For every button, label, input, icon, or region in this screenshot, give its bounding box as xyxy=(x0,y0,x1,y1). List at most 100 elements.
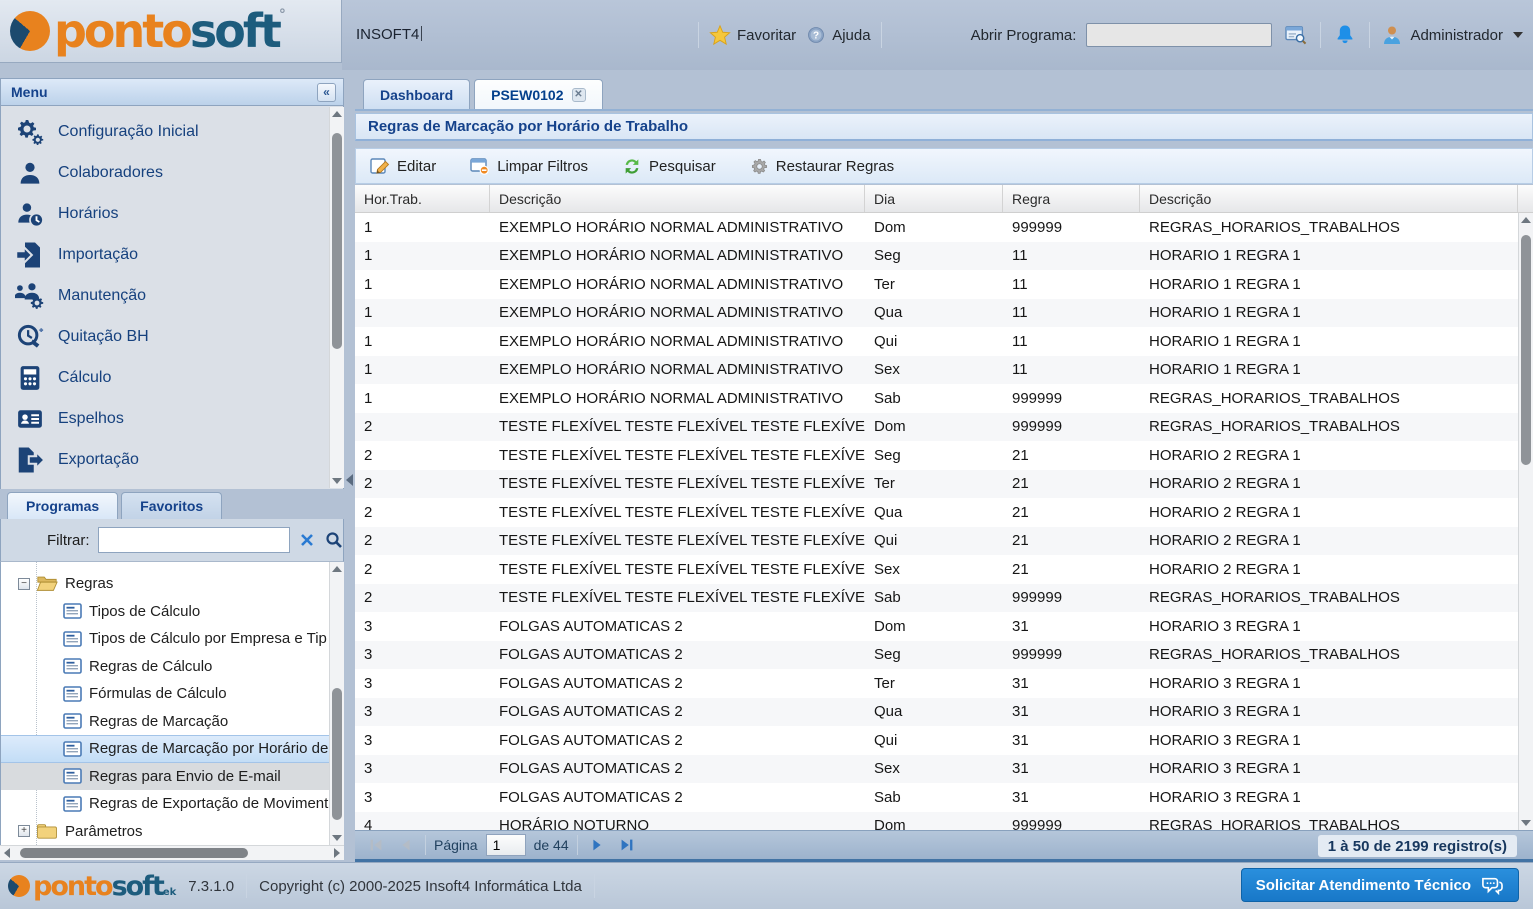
tree-vertical-scrollbar[interactable] xyxy=(329,562,344,845)
favorite-button[interactable]: Favoritar xyxy=(709,24,796,46)
menu-scrollbar[interactable] xyxy=(329,107,344,488)
table-row[interactable]: 3FOLGAS AUTOMATICAS 2Ter31HORARIO 3 REGR… xyxy=(355,669,1533,698)
user-menu[interactable]: Administrador xyxy=(1380,23,1523,47)
column-header-dia[interactable]: Dia xyxy=(865,185,1003,212)
first-page-button[interactable] xyxy=(365,834,387,856)
table-row[interactable]: 2TESTE FLEXÍVEL TESTE FLEXÍVEL TESTE FLE… xyxy=(355,498,1533,527)
expand-node-icon[interactable]: + xyxy=(18,825,30,837)
table-row[interactable]: 2TESTE FLEXÍVEL TESTE FLEXÍVEL TESTE FLE… xyxy=(355,470,1533,499)
header-separator xyxy=(1369,22,1370,48)
scroll-up-arrow[interactable] xyxy=(1521,217,1531,223)
column-header-descricao-regra[interactable]: Descrição xyxy=(1140,185,1518,212)
clear-filters-button[interactable]: Limpar Filtros xyxy=(466,154,592,178)
table-row[interactable]: 2TESTE FLEXÍVEL TESTE FLEXÍVEL TESTE FLE… xyxy=(355,584,1533,613)
search-button[interactable]: Pesquisar xyxy=(618,154,720,179)
sidebar-item-configuracao-inicial[interactable]: Configuração Inicial xyxy=(1,111,343,152)
program-icon xyxy=(63,713,82,729)
scroll-up-arrow[interactable] xyxy=(332,566,342,572)
tree-item-tipos-de-calculo-por-empresa[interactable]: Tipos de Cálculo por Empresa e Tip xyxy=(1,625,343,653)
open-program-input[interactable] xyxy=(1086,23,1272,47)
filter-search-button[interactable] xyxy=(324,528,343,552)
sidebar-item-importacao[interactable]: Importação xyxy=(1,234,343,275)
table-cell: EXEMPLO HORÁRIO NORMAL ADMINISTRATIVO xyxy=(490,213,865,242)
sidebar-splitter[interactable] xyxy=(344,70,355,862)
scroll-right-arrow[interactable] xyxy=(334,848,340,858)
next-page-button[interactable] xyxy=(586,834,608,856)
id-card-icon xyxy=(15,404,45,434)
table-cell: Sab xyxy=(865,783,1003,812)
tree-item-regras-de-marcacao-por-horario[interactable]: Regras de Marcação por Horário de xyxy=(1,735,343,763)
sidebar-item-colaboradores[interactable]: Colaboradores xyxy=(1,152,343,193)
table-row[interactable]: 1EXEMPLO HORÁRIO NORMAL ADMINISTRATIVODo… xyxy=(355,213,1533,242)
table-cell: REGRAS_HORARIOS_TRABALHOS xyxy=(1140,413,1518,442)
tab-dashboard[interactable]: Dashboard xyxy=(363,79,470,109)
sidebar-item-horarios[interactable]: Horários xyxy=(1,193,343,234)
column-header-regra[interactable]: Regra xyxy=(1003,185,1140,212)
table-row[interactable]: 3FOLGAS AUTOMATICAS 2Qui31HORARIO 3 REGR… xyxy=(355,726,1533,755)
tree-horizontal-scrollbar[interactable] xyxy=(0,845,344,860)
prev-page-button[interactable] xyxy=(395,834,417,856)
table-row[interactable]: 1EXEMPLO HORÁRIO NORMAL ADMINISTRATIVOQu… xyxy=(355,299,1533,328)
sidebar-item-espelhos[interactable]: Espelhos xyxy=(1,398,343,439)
column-header-hortrab[interactable]: Hor.Trab. xyxy=(355,185,490,212)
tab-psew0102[interactable]: PSEW0102 ✕ xyxy=(474,79,602,109)
scrollbar-thumb[interactable] xyxy=(1521,235,1531,465)
tab-programas[interactable]: Programas xyxy=(7,492,118,519)
scrollbar-thumb[interactable] xyxy=(332,688,342,820)
menu-collapse-button[interactable]: « xyxy=(317,83,336,102)
scroll-up-arrow[interactable] xyxy=(332,111,342,117)
sidebar-item-calculo[interactable]: Cálculo xyxy=(1,357,343,398)
filter-input[interactable] xyxy=(98,527,290,553)
first-page-icon xyxy=(367,836,385,854)
scroll-left-arrow[interactable] xyxy=(4,848,10,858)
sidebar-item-manutencao[interactable]: Manutenção xyxy=(1,275,343,316)
open-program-search-button[interactable] xyxy=(1282,22,1310,48)
scrollbar-thumb[interactable] xyxy=(332,133,342,349)
table-row[interactable]: 2TESTE FLEXÍVEL TESTE FLEXÍVEL TESTE FLE… xyxy=(355,555,1533,584)
table-row[interactable]: 3FOLGAS AUTOMATICAS 2Qua31HORARIO 3 REGR… xyxy=(355,698,1533,727)
tree-item-regras-de-marcacao[interactable]: Regras de Marcação xyxy=(1,708,343,736)
table-row[interactable]: 4HORÁRIO NOTURNODom999999REGRAS_HORARIOS… xyxy=(355,812,1533,831)
table-row[interactable]: 1EXEMPLO HORÁRIO NORMAL ADMINISTRATIVOSa… xyxy=(355,384,1533,413)
table-row[interactable]: 1EXEMPLO HORÁRIO NORMAL ADMINISTRATIVOQu… xyxy=(355,327,1533,356)
tree-node-parametros[interactable]: + Parâmetros xyxy=(1,818,343,846)
grid-vertical-scrollbar[interactable] xyxy=(1518,213,1533,830)
scroll-down-arrow[interactable] xyxy=(332,835,342,841)
table-row[interactable]: 2TESTE FLEXÍVEL TESTE FLEXÍVEL TESTE FLE… xyxy=(355,441,1533,470)
table-row[interactable]: 3FOLGAS AUTOMATICAS 2Dom31HORARIO 3 REGR… xyxy=(355,612,1533,641)
tree-item-tipos-de-calculo[interactable]: Tipos de Cálculo xyxy=(1,598,343,626)
splitter-collapse-icon[interactable] xyxy=(346,474,353,486)
table-row[interactable]: 1EXEMPLO HORÁRIO NORMAL ADMINISTRATIVOSe… xyxy=(355,356,1533,385)
scrollbar-thumb[interactable] xyxy=(20,848,248,858)
scroll-down-arrow[interactable] xyxy=(1521,820,1531,826)
collapse-node-icon[interactable]: − xyxy=(18,578,30,590)
filter-clear-button[interactable] xyxy=(298,528,317,552)
table-row[interactable]: 3FOLGAS AUTOMATICAS 2Sab31HORARIO 3 REGR… xyxy=(355,783,1533,812)
table-row[interactable]: 1EXEMPLO HORÁRIO NORMAL ADMINISTRATIVOSe… xyxy=(355,242,1533,271)
tab-favoritos[interactable]: Favoritos xyxy=(121,492,222,519)
last-page-button[interactable] xyxy=(616,834,638,856)
table-row[interactable]: 1EXEMPLO HORÁRIO NORMAL ADMINISTRATIVOTe… xyxy=(355,270,1533,299)
help-button[interactable]: ? Ajuda xyxy=(806,25,870,45)
table-row[interactable]: 3FOLGAS AUTOMATICAS 2Sex31HORARIO 3 REGR… xyxy=(355,755,1533,784)
restore-rules-button[interactable]: Restaurar Regras xyxy=(746,154,898,179)
tree-node-regras[interactable]: − Regras xyxy=(1,570,343,598)
table-row[interactable]: 3FOLGAS AUTOMATICAS 2Seg999999REGRAS_HOR… xyxy=(355,641,1533,670)
notifications-button[interactable] xyxy=(1331,22,1359,48)
sidebar-item-exportacao[interactable]: Exportação xyxy=(1,439,343,480)
request-support-button[interactable]: Solicitar Atendimento Técnico xyxy=(1241,868,1519,902)
close-tab-icon[interactable]: ✕ xyxy=(572,88,586,102)
tree-item-regras-para-envio-de-email[interactable]: Regras para Envio de E-mail xyxy=(1,763,343,791)
table-row[interactable]: 2TESTE FLEXÍVEL TESTE FLEXÍVEL TESTE FLE… xyxy=(355,413,1533,442)
table-row[interactable]: 2TESTE FLEXÍVEL TESTE FLEXÍVEL TESTE FLE… xyxy=(355,527,1533,556)
favorite-label: Favoritar xyxy=(737,27,796,44)
column-header-descricao[interactable]: Descrição xyxy=(490,185,865,212)
tree-item-formulas-de-calculo[interactable]: Fórmulas de Cálculo xyxy=(1,680,343,708)
tree-item-regras-de-exportacao[interactable]: Regras de Exportação de Moviment xyxy=(1,790,343,818)
tree-item-regras-de-calculo[interactable]: Regras de Cálculo xyxy=(1,653,343,681)
edit-button[interactable]: Editar xyxy=(366,154,440,178)
table-cell: HORARIO 2 REGRA 1 xyxy=(1140,498,1518,527)
sidebar-item-quitacao-bh[interactable]: Quitação BH xyxy=(1,316,343,357)
page-number-input[interactable] xyxy=(486,834,526,856)
scroll-down-arrow[interactable] xyxy=(332,478,342,484)
